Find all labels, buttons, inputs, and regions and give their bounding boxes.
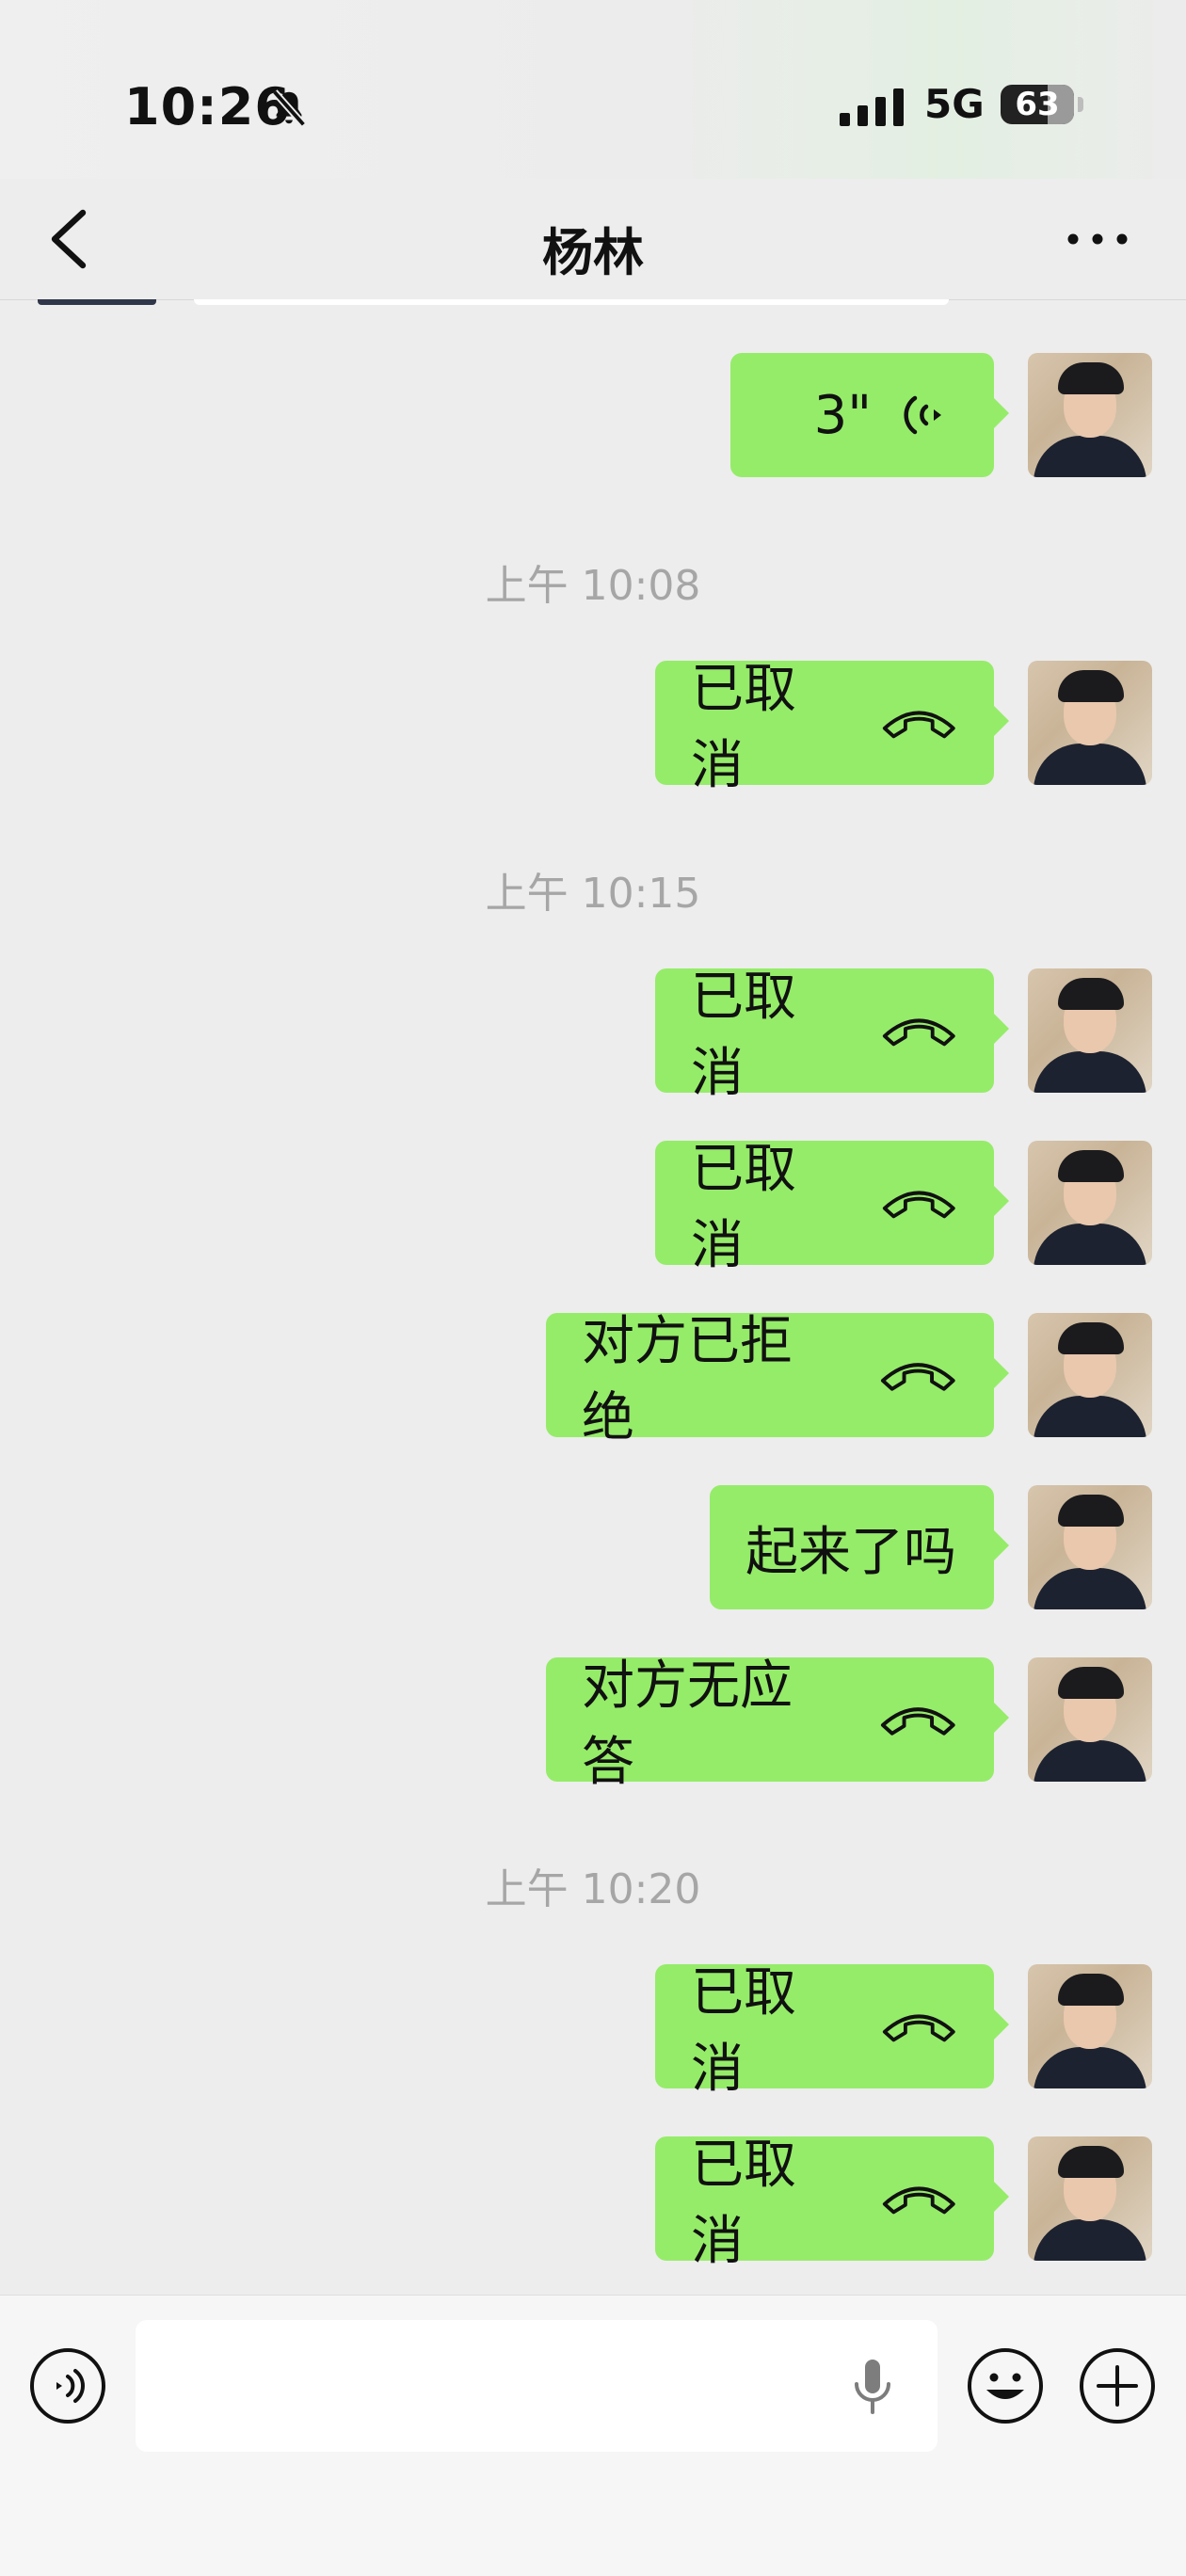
emoji-icon[interactable] xyxy=(966,2346,1045,2425)
message-row: 对方无应答 xyxy=(0,1656,1186,1793)
call-status-text: 已取消 xyxy=(691,659,796,796)
phone-hangup-icon xyxy=(883,2186,956,2215)
previous-bubble-edge xyxy=(194,299,949,305)
message-row: 已取消 xyxy=(0,1139,1186,1276)
text-message-bubble[interactable]: 起来了吗 xyxy=(710,1485,1009,1609)
avatar[interactable] xyxy=(1028,1313,1152,1437)
battery-level: 63 xyxy=(1015,86,1060,123)
status-bar: 10:26 5G 63 xyxy=(0,0,1186,179)
message-row: 起来了吗 xyxy=(0,1485,1186,1609)
call-status-text: 对方已拒绝 xyxy=(582,1311,793,1448)
battery-icon: 63 xyxy=(1001,85,1074,124)
phone-hangup-icon xyxy=(881,1363,956,1391)
battery-tip xyxy=(1078,97,1083,112)
timestamp: 上午 10:20 xyxy=(485,1865,701,1913)
microphone-icon[interactable] xyxy=(849,2356,896,2418)
call-message-bubble[interactable]: 已取消 xyxy=(655,967,1009,1104)
message-input-box[interactable] xyxy=(136,2320,938,2454)
more-dots-icon[interactable] xyxy=(1064,220,1131,258)
message-input[interactable] xyxy=(158,2320,858,2454)
message-text: 起来了吗 xyxy=(745,1521,956,1583)
call-message-bubble[interactable]: 对方无应答 xyxy=(546,1656,1009,1793)
plus-icon[interactable] xyxy=(1078,2346,1157,2425)
message-row: 已取消 xyxy=(0,2135,1186,2272)
timestamp: 上午 10:08 xyxy=(485,562,701,610)
call-status-text: 已取消 xyxy=(691,967,796,1104)
message-row: 已取消 xyxy=(0,967,1186,1104)
network-type: 5G xyxy=(924,81,985,127)
status-time: 10:26 xyxy=(124,77,291,136)
voice-input-icon[interactable] xyxy=(28,2346,107,2425)
message-row: 对方已拒绝 xyxy=(0,1311,1186,1448)
phone-hangup-icon xyxy=(883,1018,956,1047)
message-row: 已取消 xyxy=(0,659,1186,796)
cellular-signal-icon xyxy=(840,88,904,126)
input-bar xyxy=(0,2295,1186,2576)
phone-hangup-icon xyxy=(881,1707,956,1736)
timestamp: 上午 10:15 xyxy=(485,870,701,918)
voice-message-bubble[interactable]: 3" xyxy=(730,353,1009,477)
avatar[interactable] xyxy=(1028,353,1152,477)
call-message-bubble[interactable]: 对方已拒绝 xyxy=(546,1311,1009,1448)
call-status-text: 已取消 xyxy=(691,1139,796,1276)
call-status-text: 对方无应答 xyxy=(582,1656,793,1793)
avatar[interactable] xyxy=(1028,2136,1152,2261)
avatar[interactable] xyxy=(1028,1964,1152,2088)
call-message-bubble[interactable]: 已取消 xyxy=(655,1962,1009,2100)
phone-hangup-icon xyxy=(883,1191,956,1219)
avatar[interactable] xyxy=(1028,1657,1152,1782)
avatar[interactable] xyxy=(1028,1485,1152,1609)
message-row: 3" xyxy=(0,353,1186,477)
phone-hangup-icon xyxy=(883,2014,956,2042)
voice-wave-icon xyxy=(904,395,941,435)
call-status-text: 已取消 xyxy=(691,1962,796,2100)
chat-title: 杨林 xyxy=(542,223,644,282)
avatar[interactable] xyxy=(1028,1141,1152,1265)
previous-avatar-edge xyxy=(38,299,156,305)
bell-slash-icon xyxy=(271,89,307,127)
call-message-bubble[interactable]: 已取消 xyxy=(655,2135,1009,2272)
message-row: 已取消 xyxy=(0,1962,1186,2100)
avatar[interactable] xyxy=(1028,968,1152,1093)
avatar[interactable] xyxy=(1028,661,1152,785)
phone-hangup-icon xyxy=(883,711,956,739)
call-message-bubble[interactable]: 已取消 xyxy=(655,1139,1009,1276)
call-status-text: 已取消 xyxy=(691,2135,796,2272)
voice-duration: 3" xyxy=(813,384,872,446)
chat-header: 杨林 xyxy=(0,179,1186,300)
call-message-bubble[interactable]: 已取消 xyxy=(655,659,1009,796)
